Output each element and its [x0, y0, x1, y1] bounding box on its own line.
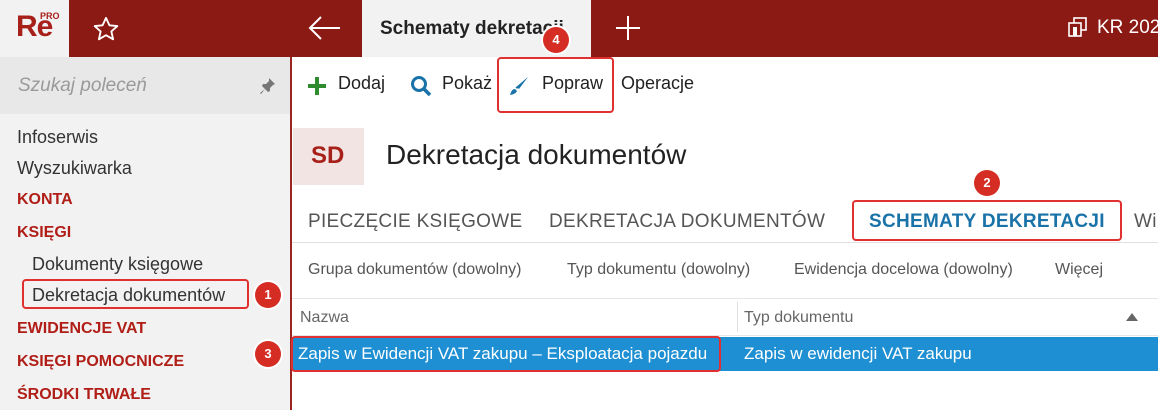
new-tab-plus-icon[interactable]: [614, 14, 642, 42]
sidebar-item-infoserwis[interactable]: Infoserwis: [17, 127, 98, 148]
callout-badge-2: 2: [974, 170, 1000, 196]
search-icon: [411, 76, 432, 97]
cell-typ-dokumentu[interactable]: Zapis w ewidencji VAT zakupu: [744, 344, 972, 364]
back-arrow-icon[interactable]: [308, 14, 342, 42]
callout-box-4: [497, 57, 614, 113]
page-badge: SD: [293, 128, 364, 185]
page-title: Dekretacja dokumentów: [386, 139, 687, 170]
logo-pro-badge: PRO: [40, 11, 60, 21]
sort-ascending-icon[interactable]: [1126, 313, 1138, 321]
callout-box-3: [291, 336, 721, 372]
callout-box-1: [22, 279, 249, 309]
grid-header: Nazwa Typ dokumentu: [292, 298, 1158, 336]
plus-icon: [308, 77, 326, 95]
tab-more[interactable]: Wi: [1134, 211, 1158, 233]
column-header-typ-dokumentu[interactable]: Typ dokumentu: [744, 309, 853, 327]
column-header-nazwa[interactable]: Nazwa: [300, 309, 349, 327]
filter-typ-dokumentu[interactable]: Typ dokumentu (dowolny): [567, 261, 750, 279]
sidebar-item-dokumenty-ksiegowe[interactable]: Dokumenty księgowe: [32, 254, 203, 275]
callout-badge-4: 4: [543, 27, 569, 53]
toolbar: Dodaj Pokaż Popraw Operacje: [292, 57, 1158, 114]
company-label[interactable]: KR 202: [1097, 17, 1158, 39]
top-bar: Re PRO Schematy dekretacji KR 202: [0, 0, 1158, 57]
active-tab-label: Schematy dekretacji: [380, 18, 564, 39]
tab-pieczecie-ksiegowe[interactable]: PIECZĘCIE KSIĘGOWE: [308, 211, 522, 233]
search-input[interactable]: [18, 75, 248, 97]
filter-grupa-dokumentow[interactable]: Grupa dokumentów (dowolny): [308, 261, 521, 279]
callout-box-2: [852, 200, 1122, 241]
filter-ewidencja-docelowa[interactable]: Ewidencja docelowa (dowolny): [794, 261, 1013, 279]
company-icon[interactable]: [1068, 17, 1088, 37]
command-search: [0, 57, 290, 114]
callout-badge-3: 3: [255, 341, 281, 367]
add-button[interactable]: Dodaj: [338, 73, 385, 94]
sidebar-section-srodki-trwale[interactable]: ŚRODKI TRWAŁE: [17, 386, 151, 404]
sidebar-section-konta[interactable]: KONTA: [17, 191, 73, 209]
pin-icon[interactable]: [258, 77, 276, 95]
sidebar-section-ksiegi[interactable]: KSIĘGI: [17, 224, 71, 242]
sidebar-item-wyszukiwarka[interactable]: Wyszukiwarka: [17, 158, 132, 179]
operations-button[interactable]: Operacje: [621, 73, 694, 94]
tab-dekretacja-dokumentow[interactable]: DEKRETACJA DOKUMENTÓW: [549, 211, 825, 233]
star-icon[interactable]: [92, 15, 120, 43]
sidebar-section-ksiegi-pomocnicze[interactable]: KSIĘGI POMOCNICZE: [17, 353, 184, 371]
app-logo[interactable]: Re PRO: [0, 0, 69, 57]
column-separator[interactable]: [737, 302, 738, 332]
page-badge-label: SD: [311, 142, 345, 169]
show-button[interactable]: Pokaż: [442, 73, 492, 94]
tabs-divider: [292, 242, 1158, 243]
sidebar: Infoserwis Wyszukiwarka KONTA KSIĘGI Dok…: [0, 57, 290, 410]
sidebar-section-ewidencje-vat[interactable]: EWIDENCJE VAT: [17, 320, 146, 338]
filter-more[interactable]: Więcej: [1055, 261, 1103, 279]
callout-badge-1: 1: [255, 282, 281, 308]
